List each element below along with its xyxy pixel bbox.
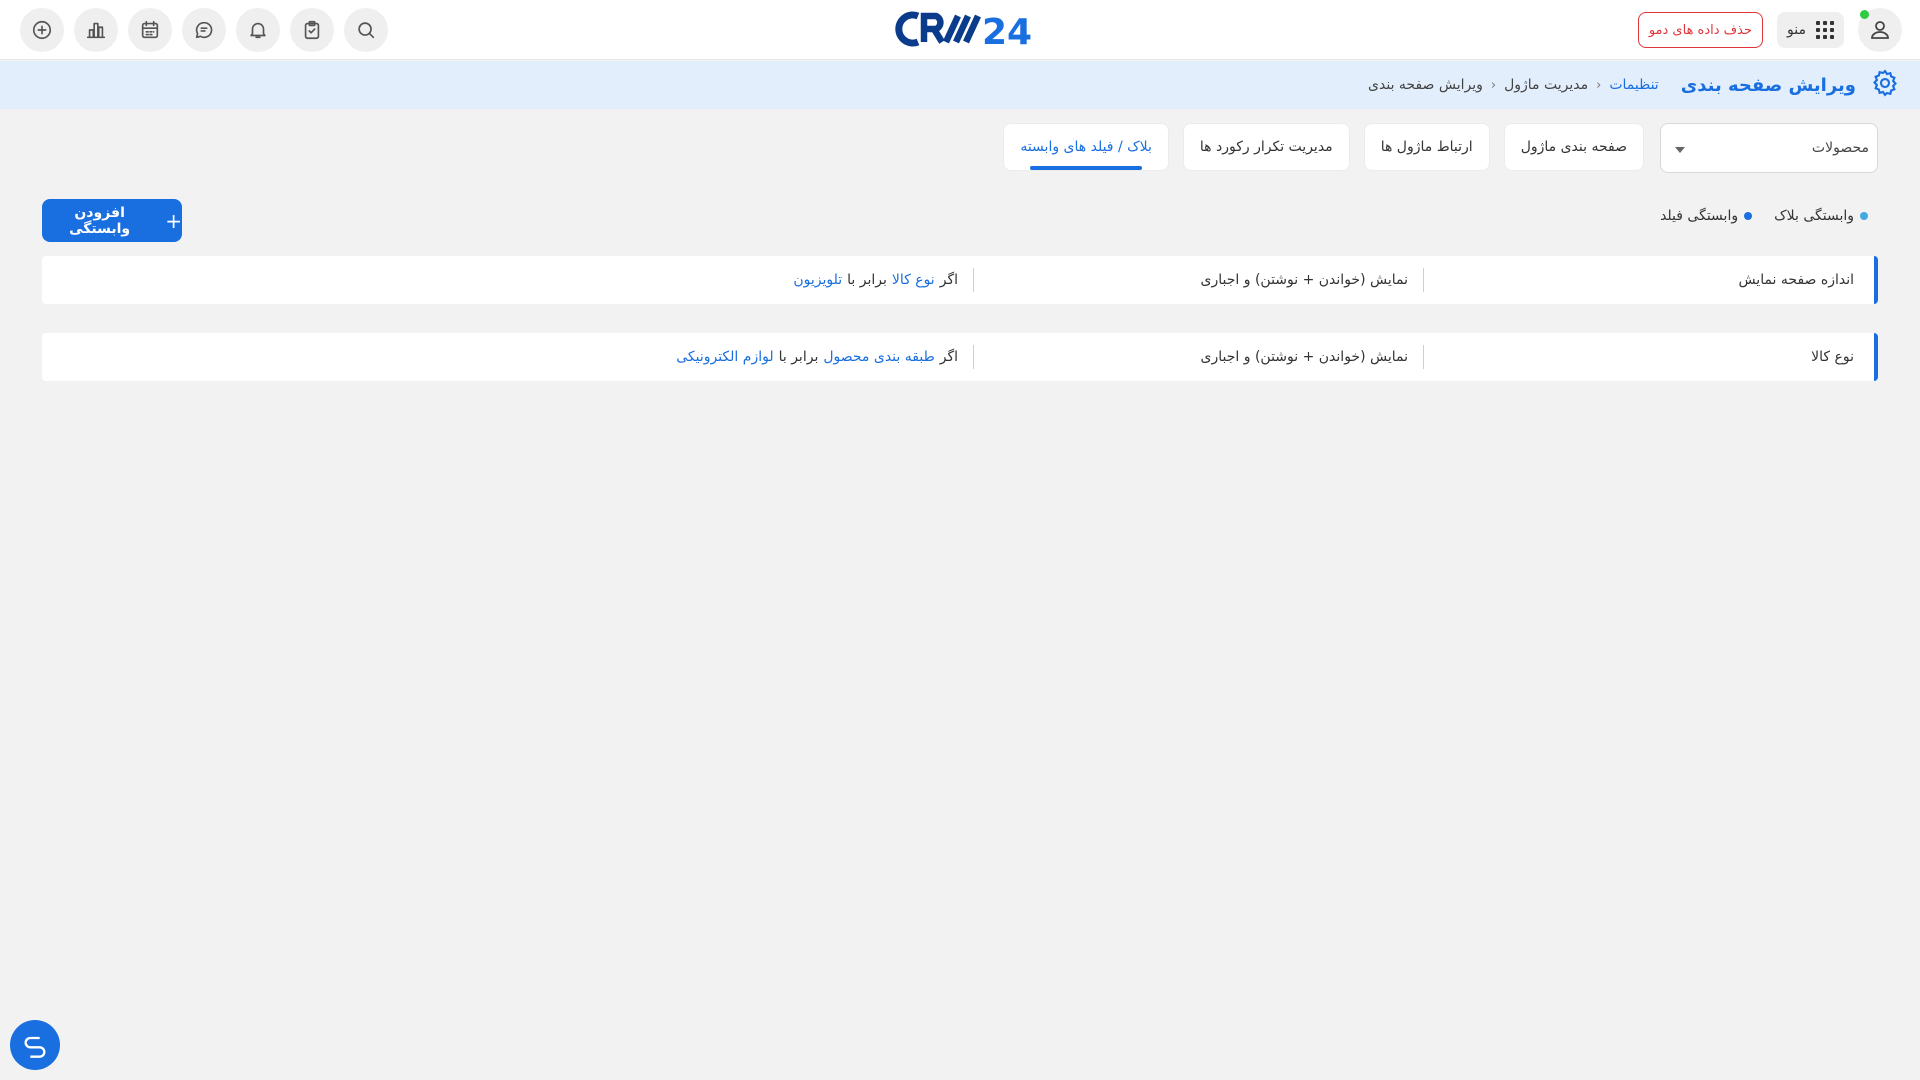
divider bbox=[1423, 345, 1424, 369]
toolbar-icons bbox=[20, 8, 388, 52]
apps-menu-button[interactable]: منو bbox=[1777, 12, 1844, 48]
page-title: ویرایش صفحه بندی bbox=[1680, 74, 1856, 96]
crm24-logo[interactable]: 24 bbox=[888, 4, 1038, 54]
dependency-condition: اگر نوع کالا برابر با تلویزیون bbox=[793, 256, 958, 304]
divider bbox=[1423, 268, 1424, 292]
apps-grid-icon bbox=[1816, 21, 1834, 39]
legend-field-dependency: وابستگی فیلد bbox=[1660, 208, 1753, 224]
plus-icon: + bbox=[165, 208, 182, 233]
divider bbox=[973, 268, 974, 292]
condition-value: تلویزیون bbox=[793, 272, 843, 288]
legend-block-dependency: وابستگی بلاک bbox=[1774, 208, 1868, 224]
legend-block-label: وابستگی بلاک bbox=[1774, 208, 1854, 224]
tab-dependent-fields[interactable]: بلاک / فیلد های وابسته bbox=[1003, 123, 1169, 171]
condition-if: اگر bbox=[939, 272, 958, 288]
breadcrumb-item-current: ویرایش صفحه بندی bbox=[1368, 77, 1483, 93]
chevron-left-icon: ‹ bbox=[1596, 77, 1602, 93]
caret-down-icon bbox=[1675, 147, 1685, 153]
dependency-mode: نمایش (خواندن + نوشتن) و اجباری bbox=[1200, 272, 1408, 288]
condition-if: اگر bbox=[939, 349, 958, 365]
chat-icon[interactable] bbox=[182, 8, 226, 52]
legend-dot-block bbox=[1860, 212, 1868, 220]
user-profile-button[interactable] bbox=[1858, 8, 1902, 52]
user-icon bbox=[1871, 21, 1889, 39]
support-icon bbox=[24, 1036, 46, 1058]
dependency-legend: وابستگی بلاک وابستگی فیلد bbox=[1660, 208, 1868, 224]
condition-operator: برابر با bbox=[847, 272, 887, 288]
delete-demo-data-button[interactable]: حذف داده های دمو bbox=[1637, 12, 1764, 48]
dependency-row[interactable]: نوع کالا نمایش (خواندن + نوشتن) و اجباری… bbox=[42, 333, 1878, 381]
add-circle-icon[interactable] bbox=[20, 8, 64, 52]
logo-text: 24 bbox=[982, 12, 1032, 52]
logo-mark: 24 bbox=[895, 11, 1032, 52]
tab-duplicate-records[interactable]: مدیریت تکرار رکورد ها bbox=[1182, 123, 1350, 171]
dependency-field: نوع کالا bbox=[1811, 349, 1854, 365]
tab-bar: صفحه بندی ماژول ارتباط ماژول ها مدیریت ت… bbox=[1003, 123, 1644, 171]
module-select-value: محصولات bbox=[1811, 140, 1869, 156]
condition-value: لوازم الکترونیکی bbox=[676, 349, 774, 365]
top-bar: 24 منو حذف داده های دمو bbox=[0, 0, 1920, 60]
condition-field: نوع کالا bbox=[891, 272, 935, 288]
gear-icon bbox=[1870, 68, 1900, 102]
dependency-condition: اگر طبقه بندی محصول برابر با لوازم الکتر… bbox=[676, 333, 958, 381]
top-bar-right: منو حذف داده های دمو bbox=[1637, 8, 1902, 52]
dependency-field: اندازه صفحه نمایش bbox=[1738, 272, 1854, 288]
bar-chart-icon[interactable] bbox=[74, 8, 118, 52]
tab-module-layout[interactable]: صفحه بندی ماژول bbox=[1503, 123, 1644, 171]
add-dependency-label: افزودن وابستگی bbox=[69, 204, 131, 237]
support-chat-button[interactable] bbox=[10, 1020, 60, 1070]
tab-module-relations[interactable]: ارتباط ماژول ها bbox=[1363, 123, 1490, 171]
dependency-row[interactable]: اندازه صفحه نمایش نمایش (خواندن + نوشتن)… bbox=[42, 256, 1878, 304]
chevron-left-icon: ‹ bbox=[1490, 77, 1497, 93]
legend-field-label: وابستگی فیلد bbox=[1660, 208, 1739, 224]
divider bbox=[973, 345, 974, 369]
condition-field: طبقه بندی محصول bbox=[823, 349, 935, 365]
condition-operator: برابر با bbox=[778, 349, 819, 365]
breadcrumb-bar: ویرایش صفحه بندی تنظیمات ‹ مدیریت ماژول … bbox=[0, 61, 1920, 109]
search-icon[interactable] bbox=[344, 8, 388, 52]
bell-icon[interactable] bbox=[236, 8, 280, 52]
breadcrumb-trail: تنظیمات ‹ مدیریت ماژول ‹ ویرایش صفحه بند… bbox=[1368, 77, 1659, 93]
menu-label: منو bbox=[1787, 22, 1806, 38]
clipboard-icon[interactable] bbox=[290, 8, 334, 52]
breadcrumb-item-settings[interactable]: تنظیمات bbox=[1609, 77, 1658, 93]
online-status-dot bbox=[1860, 10, 1869, 19]
add-dependency-button[interactable]: + افزودن وابستگی bbox=[42, 199, 182, 242]
breadcrumb: ویرایش صفحه بندی تنظیمات ‹ مدیریت ماژول … bbox=[1368, 61, 1900, 109]
dependency-mode: نمایش (خواندن + نوشتن) و اجباری bbox=[1200, 349, 1408, 365]
legend-dot-field bbox=[1744, 212, 1753, 220]
module-select[interactable]: محصولات bbox=[1660, 123, 1878, 173]
calendar-icon[interactable] bbox=[128, 8, 172, 52]
breadcrumb-item-module-management[interactable]: مدیریت ماژول bbox=[1504, 77, 1588, 93]
